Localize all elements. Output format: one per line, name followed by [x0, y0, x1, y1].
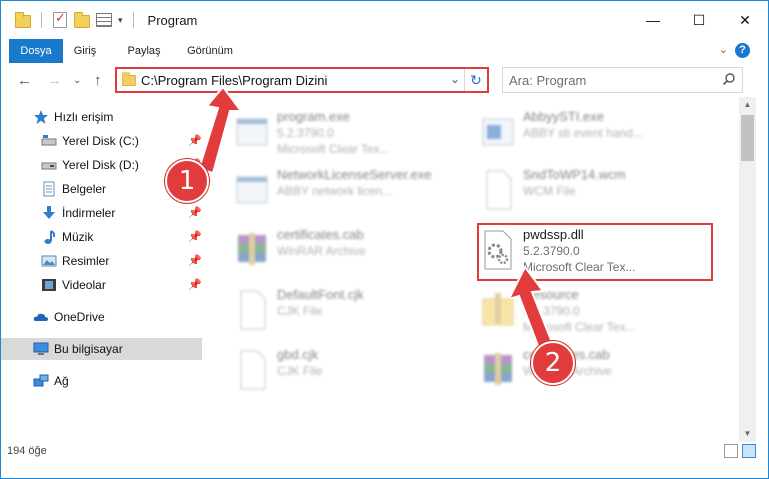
file-item[interactable]: NetworkLicenseServer.exe ABBY network li…	[235, 165, 475, 221]
pin-icon[interactable]: 📌	[188, 230, 202, 243]
videos-icon	[42, 279, 56, 291]
annotation-badge-2: 2	[531, 341, 575, 385]
folder-icon	[122, 72, 136, 87]
scroll-up-icon[interactable]: ▲	[739, 97, 756, 113]
search-box[interactable]	[502, 67, 743, 93]
archive-icon	[484, 353, 512, 385]
tab-file[interactable]: Dosya	[9, 39, 63, 63]
sidebar-item-downloads[interactable]: İndirmeler 📌	[1, 202, 202, 224]
sidebar-item-network[interactable]: Ağ	[1, 370, 202, 392]
exe-icon	[482, 118, 514, 146]
drive-icon	[41, 162, 57, 170]
file-item[interactable]: program.exe 5.2.3790.0 Microsoft Clear T…	[235, 107, 475, 163]
download-icon	[43, 206, 55, 219]
close-button[interactable]: ✕	[722, 1, 768, 39]
item-count: 194 öğe	[7, 445, 47, 457]
quick-access-toolbar: ▾ Program	[15, 10, 198, 28]
properties-check-icon[interactable]	[52, 10, 68, 28]
back-arrow-icon[interactable]: ←	[17, 72, 32, 89]
archive-icon	[238, 233, 266, 265]
pictures-icon	[41, 255, 57, 267]
file-item[interactable]: certificates.cab WinRAR Archive	[235, 225, 475, 281]
pin-icon[interactable]: 📌	[188, 278, 202, 291]
tab-share[interactable]: Paylaş	[119, 39, 169, 63]
music-icon	[44, 230, 56, 244]
address-bar[interactable]: C:\Program Files\Program Dizini ⌄ ↻	[115, 67, 489, 93]
status-bar: 194 öğe	[1, 442, 768, 478]
cloud-icon	[33, 313, 48, 321]
computer-icon	[33, 342, 49, 355]
vertical-scrollbar[interactable]: ▲ ▼	[739, 97, 756, 442]
sidebar-item-pictures[interactable]: Resimler 📌	[1, 250, 202, 272]
up-arrow-icon[interactable]: ↑	[94, 72, 102, 89]
sidebar-item-videos[interactable]: Videolar 📌	[1, 274, 202, 296]
sidebar-item-music[interactable]: Müzik 📌	[1, 226, 202, 248]
scroll-thumb[interactable]	[741, 115, 754, 161]
large-icons-view-icon[interactable]	[742, 444, 756, 458]
address-history-chevron-icon[interactable]: ⌄	[450, 72, 460, 86]
refresh-icon[interactable]: ↻	[464, 69, 487, 91]
new-folder-icon[interactable]	[74, 12, 90, 28]
documents-icon	[43, 181, 55, 197]
pin-icon[interactable]: 📌	[188, 206, 202, 219]
explorer-window: ▾ Program — ☐ ✕ Dosya Giriş Paylaş Görün…	[0, 0, 769, 479]
help-button[interactable]: ?	[735, 43, 750, 58]
minimize-button[interactable]: —	[630, 1, 676, 39]
sidebar-item-quick-access[interactable]: Hızlı erişim	[1, 106, 202, 128]
drive-icon	[41, 135, 57, 146]
title-bar: ▾ Program — ☐ ✕	[1, 1, 768, 39]
pin-icon[interactable]: 📌	[188, 254, 202, 267]
file-icon	[240, 290, 266, 330]
maximize-button[interactable]: ☐	[676, 1, 722, 39]
tab-home[interactable]: Giriş	[65, 39, 105, 63]
file-item[interactable]: AbbyySTI.exe ABBY sti event hand...	[481, 107, 721, 163]
window-title: Program	[147, 12, 198, 28]
search-input[interactable]	[509, 72, 709, 88]
search-icon[interactable]	[722, 72, 736, 86]
sidebar-item-onedrive[interactable]: OneDrive	[1, 306, 202, 328]
folder-icon	[15, 12, 31, 28]
recent-locations-chevron-icon[interactable]: ⌄	[73, 75, 81, 86]
annotation-badge-1: 1	[165, 159, 209, 203]
network-icon	[33, 374, 49, 387]
navigation-pane: Hızlı erişim Yerel Disk (C:) 📌 Yerel Dis…	[1, 97, 208, 437]
ribbon-tabs: Dosya Giriş Paylaş Görünüm ⌄ ?	[1, 39, 768, 63]
file-item[interactable]: SndToWP14.wcm WCM File	[481, 165, 721, 221]
sidebar-item-local-disk-c[interactable]: Yerel Disk (C:) 📌	[1, 130, 202, 152]
file-icon	[486, 170, 512, 210]
forward-arrow-icon[interactable]: →	[47, 72, 62, 89]
folder-icon	[482, 293, 514, 326]
navigation-bar: ← → ⌄ ↑ C:\Program Files\Program Dizini …	[1, 63, 768, 97]
tab-view[interactable]: Görünüm	[181, 39, 239, 63]
star-icon	[34, 110, 48, 124]
file-item[interactable]: DefaultFont.cjk CJK File	[235, 285, 475, 341]
sidebar-item-this-pc[interactable]: Bu bilgisayar	[1, 338, 202, 360]
scroll-down-icon[interactable]: ▼	[739, 426, 756, 442]
customize-toolbar-chevron-icon[interactable]: ▾	[118, 15, 123, 26]
properties-icon[interactable]	[96, 12, 112, 28]
file-item[interactable]: gbd.cjk CJK File	[235, 345, 475, 401]
details-view-icon[interactable]	[724, 444, 738, 458]
expand-ribbon-chevron-icon[interactable]: ⌄	[719, 43, 728, 56]
file-icon	[240, 350, 266, 390]
